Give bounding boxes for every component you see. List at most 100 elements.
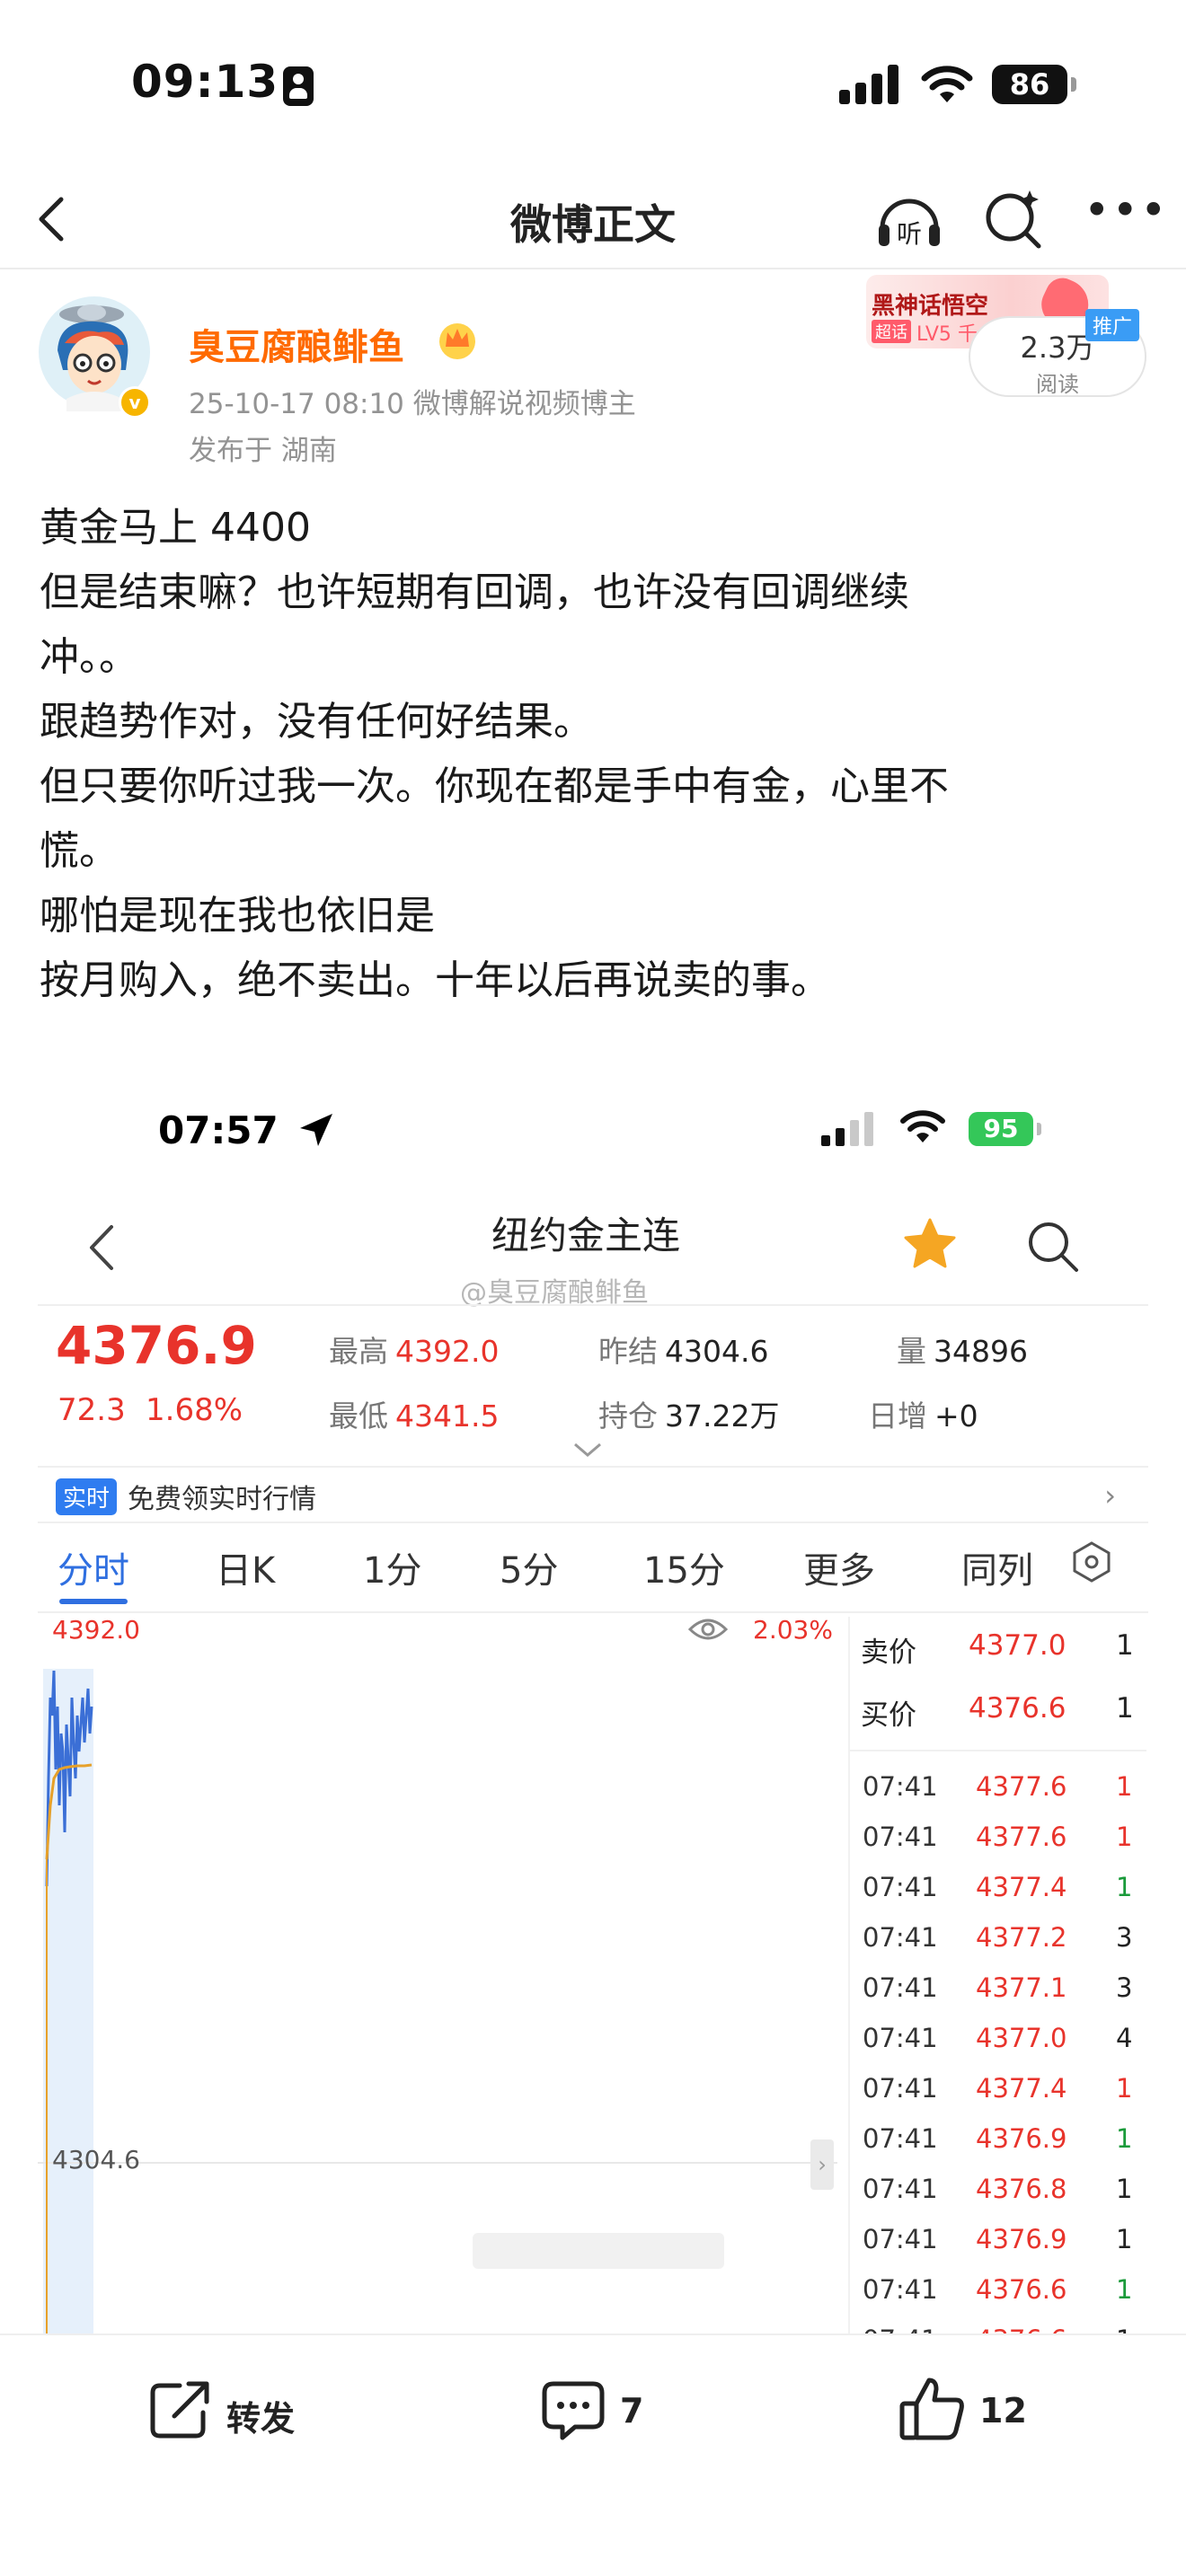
- tick-row: 07:41 4377.0 4: [850, 2016, 1146, 2066]
- tick-price: 4377.4: [976, 2073, 1067, 2104]
- tab-1min: 1分: [363, 1550, 422, 1592]
- tick-price: 4376.9: [976, 2224, 1067, 2254]
- tick-price: 4376.8: [976, 2174, 1067, 2204]
- stat-volume-value: 34896: [934, 1334, 1028, 1369]
- tick-row: 07:41 4377.6 1: [850, 1764, 1146, 1814]
- comment-button[interactable]: 7: [537, 2373, 681, 2454]
- battery-icon: 86: [992, 65, 1067, 104]
- read-label: 阅读: [1036, 372, 1079, 397]
- tab-same-list: 同列: [961, 1550, 1033, 1592]
- post-line: 按月购入，绝不卖出。十年以后再说卖的事。: [40, 957, 830, 1003]
- ask-label: 卖价: [861, 1636, 916, 1669]
- search-icon[interactable]: [981, 187, 1048, 253]
- blurred-overlay: [473, 2233, 724, 2269]
- more-icon[interactable]: •••: [1084, 188, 1166, 246]
- post-line: 冲。。: [40, 634, 138, 680]
- bid-volume: 1: [1116, 1692, 1134, 1725]
- stat-oi: 持仓 37.22万: [598, 1392, 779, 1435]
- last-price: 4376.9: [56, 1315, 257, 1376]
- author-name[interactable]: 臭豆腐酿鲱鱼: [189, 318, 404, 370]
- stat-volume: 量 34896: [897, 1328, 1028, 1371]
- tick-price: 4377.4: [976, 1872, 1067, 1902]
- promo-title: 黑神话悟空: [872, 293, 989, 320]
- divider: [38, 1611, 1148, 1613]
- price-change-pct: 1.68%: [146, 1392, 243, 1428]
- stat-oi-value: 37.22万: [665, 1398, 780, 1434]
- tick-volume: 3: [1116, 1922, 1133, 1953]
- status-bar: 09:13 86: [0, 0, 1186, 171]
- chart-handle: ›: [810, 2139, 834, 2190]
- stat-prev-label: 昨结: [598, 1334, 658, 1369]
- chart-base-label: 4304.6: [52, 2145, 140, 2175]
- divider: [38, 1304, 1148, 1306]
- supertopic-tag: 超话: [872, 320, 911, 343]
- tick-volume: 1: [1116, 1822, 1133, 1852]
- comment-count: 7: [620, 2391, 644, 2430]
- ask-price: 4377.0: [969, 1629, 1067, 1662]
- repost-button[interactable]: 转发: [144, 2373, 323, 2454]
- embedded-screenshot[interactable]: 07:57 95 纽约金主连 @臭豆腐酿鲱鱼 4376.9 72.3 1.68%…: [38, 1060, 1148, 2335]
- tick-row: 07:41 4377.4 1: [850, 1865, 1146, 1915]
- embedded-signal-icon: [821, 1112, 873, 1146]
- post-line: 哪怕是现在我也依旧是: [40, 893, 435, 939]
- tab-underline: [59, 1599, 128, 1604]
- tick-volume: 1: [1116, 2274, 1133, 2305]
- intraday-chart: [38, 1669, 837, 2335]
- wifi-icon: [921, 66, 973, 102]
- headphones-icon: 听: [879, 198, 940, 249]
- settings-hexagon-icon: [1073, 1541, 1111, 1583]
- post-body: 黄金马上 4400 但是结束嘛？也许短期有回调，也许没有回调继续 冲。。 跟趋势…: [40, 496, 1154, 1013]
- tick-price: 4376.6: [976, 2274, 1067, 2305]
- tick-time: 07:41: [863, 2123, 938, 2154]
- comment-icon: [542, 2381, 605, 2440]
- bottom-toolbar: 转发 7 12: [0, 2333, 1186, 2576]
- location-arrow-icon: [300, 1114, 332, 1146]
- tick-time: 07:41: [863, 1922, 938, 1953]
- post-line: 但只要你听过我一次。你现在都是手中有金，心里不: [40, 763, 949, 809]
- stat-daily-label: 日增: [868, 1398, 927, 1434]
- stat-prev: 昨结 4304.6: [598, 1328, 768, 1371]
- tick-row: 07:41 4376.9 1: [850, 2116, 1146, 2166]
- chart-high-label: 4392.0: [52, 1615, 140, 1645]
- back-icon[interactable]: [25, 190, 83, 248]
- like-count: 12: [979, 2391, 1027, 2430]
- ask-volume: 1: [1116, 1629, 1134, 1662]
- order-book: 卖价 4377.0 1 买价 4376.6 1 07:41 4377.6 1 07:4…: [848, 1617, 1146, 2335]
- tick-row: 07:41 4377.2 3: [850, 1915, 1146, 1965]
- realtime-promo: 实时 免费领实时行情 ›: [56, 1469, 1134, 1518]
- stat-high-value: 4392.0: [395, 1334, 500, 1369]
- realtime-tag: 实时: [56, 1478, 118, 1515]
- tick-volume: 1: [1116, 2174, 1133, 2204]
- like-button[interactable]: 12: [897, 2373, 1058, 2454]
- tick-time: 07:41: [863, 2224, 938, 2254]
- post-line: 跟趋势作对，没有任何好结果。: [40, 699, 593, 745]
- embedded-battery-tip: [1037, 1123, 1041, 1135]
- share-icon: [150, 2381, 209, 2439]
- crown-icon: [439, 323, 475, 359]
- tick-volume: 3: [1116, 1972, 1133, 2003]
- chevron-right-icon: ›: [1104, 1478, 1116, 1513]
- focus-person-icon: [283, 66, 314, 106]
- listen-label: 听: [897, 219, 922, 249]
- tick-time: 07:41: [863, 1822, 938, 1852]
- tick-price: 4377.1: [976, 1972, 1067, 2003]
- page-title: 微博正文: [510, 200, 676, 249]
- tick-price: 4377.2: [976, 1922, 1067, 1953]
- divider: [850, 1750, 1146, 1751]
- stat-high: 最高 4392.0: [329, 1328, 499, 1371]
- tick-row: 07:41 4376.8 1: [850, 2166, 1146, 2217]
- tick-row: 07:41 4376.9 1: [850, 2217, 1146, 2267]
- embedded-wifi-icon: [900, 1110, 945, 1142]
- tick-row: 07:41 4376.6 1: [850, 2267, 1146, 2317]
- tick-time: 07:41: [863, 2274, 938, 2305]
- post-line: 但是结束嘛？也许短期有回调，也许没有回调继续: [40, 569, 909, 615]
- tab-5min: 5分: [500, 1550, 559, 1592]
- listen-button[interactable]: 听: [873, 183, 945, 255]
- tick-volume: 1: [1116, 2123, 1133, 2154]
- tick-time: 07:41: [863, 1872, 938, 1902]
- chart-high-pct: 2.03%: [753, 1615, 833, 1645]
- tick-volume: 1: [1116, 1771, 1133, 1802]
- embedded-time: 07:57: [158, 1108, 279, 1152]
- tick-row: 07:414376.61: [850, 2317, 1146, 2335]
- tick-volume: 1: [1116, 2073, 1133, 2104]
